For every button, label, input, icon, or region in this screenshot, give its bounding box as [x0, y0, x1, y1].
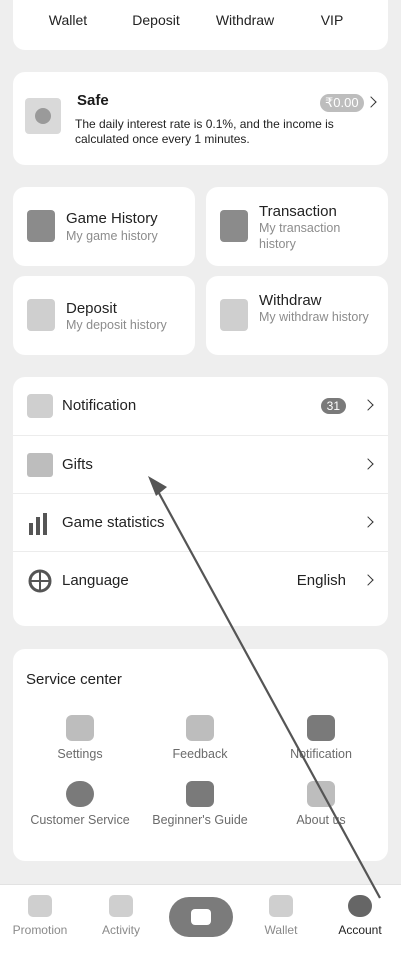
list-item-label: Gifts — [62, 456, 93, 473]
nav-label: Promotion — [12, 923, 68, 937]
withdraw-history-card[interactable]: Withdraw My withdraw history — [206, 276, 388, 355]
safe-icon — [25, 98, 61, 134]
safe-amount-badge: ₹0.00 — [320, 94, 364, 112]
heart-icon — [28, 895, 52, 917]
service-item-customer-service[interactable]: Customer Service — [20, 781, 140, 827]
list-item-game-statistics[interactable]: Game statistics — [13, 493, 388, 552]
card-title: Game History — [66, 210, 158, 227]
transaction-card[interactable]: Transaction My transaction history — [206, 187, 388, 266]
settings-list-card: Notification 31 Gifts Game statistics La… — [13, 377, 388, 626]
card-subtitle: My game history — [66, 229, 158, 243]
transaction-icon — [220, 210, 248, 242]
quick-actions-card: Wallet Deposit Withdraw VIP — [13, 0, 388, 50]
card-title: Withdraw — [259, 292, 322, 309]
safe-description: The daily interest rate is 0.1%, and the… — [75, 117, 334, 146]
nav-label: Account — [338, 923, 382, 937]
service-item-label: About us — [296, 813, 346, 827]
service-center-card: Service center Settings Feedback Notific… — [13, 649, 388, 861]
chevron-right-icon — [362, 516, 374, 528]
nav-account[interactable]: Account — [325, 895, 395, 937]
gear-icon — [66, 715, 94, 741]
gamepad-icon — [191, 909, 211, 925]
wallet-icon — [269, 895, 293, 917]
card-title: Deposit — [66, 300, 117, 317]
feedback-icon — [186, 715, 214, 741]
withdraw-icon — [220, 299, 248, 331]
card-subtitle: My transaction history — [259, 221, 341, 251]
quick-action-vip[interactable]: VIP — [321, 12, 344, 28]
list-item-gifts[interactable]: Gifts — [13, 435, 388, 494]
safe-title: Safe — [77, 92, 109, 109]
nav-label: Activity — [101, 923, 140, 937]
megaphone-icon — [307, 715, 335, 741]
list-item-label: Language — [62, 572, 129, 589]
deposit-icon — [27, 299, 55, 331]
service-item-label: Customer Service — [30, 813, 130, 827]
language-value: English — [296, 572, 346, 589]
card-subtitle: My deposit history — [66, 318, 167, 332]
nav-activity[interactable]: Activity — [86, 895, 156, 937]
quick-action-wallet[interactable]: Wallet — [49, 12, 87, 28]
game-history-card[interactable]: Game History My game history — [13, 187, 195, 266]
nav-wallet[interactable]: Wallet — [246, 895, 316, 937]
globe-icon — [28, 569, 52, 593]
list-item-label: Notification — [62, 397, 137, 414]
gift-icon — [109, 895, 133, 917]
list-item-notification[interactable]: Notification 31 — [13, 377, 388, 435]
service-item-notification[interactable]: Notification — [261, 715, 381, 761]
user-icon — [348, 895, 372, 917]
nav-promotion[interactable]: Promotion — [5, 895, 75, 937]
nav-label: Wallet — [264, 923, 298, 937]
bar-chart-icon — [29, 513, 47, 535]
service-item-label: Notification — [290, 747, 352, 761]
service-item-beginners-guide[interactable]: Beginner's Guide — [140, 781, 260, 827]
service-item-feedback[interactable]: Feedback — [140, 715, 260, 761]
service-item-about-us[interactable]: About us — [261, 781, 381, 827]
gift-icon — [27, 453, 53, 477]
deposit-history-card[interactable]: Deposit My deposit history — [13, 276, 195, 355]
game-center-button[interactable] — [169, 897, 233, 937]
book-icon — [186, 781, 214, 807]
bottom-nav: Promotion Activity Wallet Account — [0, 884, 401, 955]
chevron-right-icon — [362, 458, 374, 470]
safe-card[interactable]: Safe ₹0.00 The daily interest rate is 0.… — [13, 72, 388, 165]
list-item-language[interactable]: Language English — [13, 551, 388, 610]
service-item-settings[interactable]: Settings — [20, 715, 140, 761]
card-subtitle: My withdraw history — [259, 310, 369, 324]
chevron-right-icon — [362, 399, 374, 411]
list-item-label: Game statistics — [62, 514, 165, 531]
cube-icon — [307, 781, 335, 807]
service-item-label: Settings — [57, 747, 103, 761]
quick-action-deposit[interactable]: Deposit — [132, 12, 179, 28]
card-title: Transaction — [259, 203, 337, 220]
service-center-title: Service center — [26, 671, 122, 688]
quick-action-withdraw[interactable]: Withdraw — [216, 12, 274, 28]
service-item-label: Beginner's Guide — [152, 813, 248, 827]
notification-count-badge: 31 — [320, 398, 346, 414]
chevron-right-icon — [365, 96, 377, 108]
game-history-icon — [27, 210, 55, 242]
service-item-label: Feedback — [172, 747, 228, 761]
mail-icon — [27, 394, 53, 418]
chevron-right-icon — [362, 574, 374, 586]
chat-icon — [66, 781, 94, 807]
